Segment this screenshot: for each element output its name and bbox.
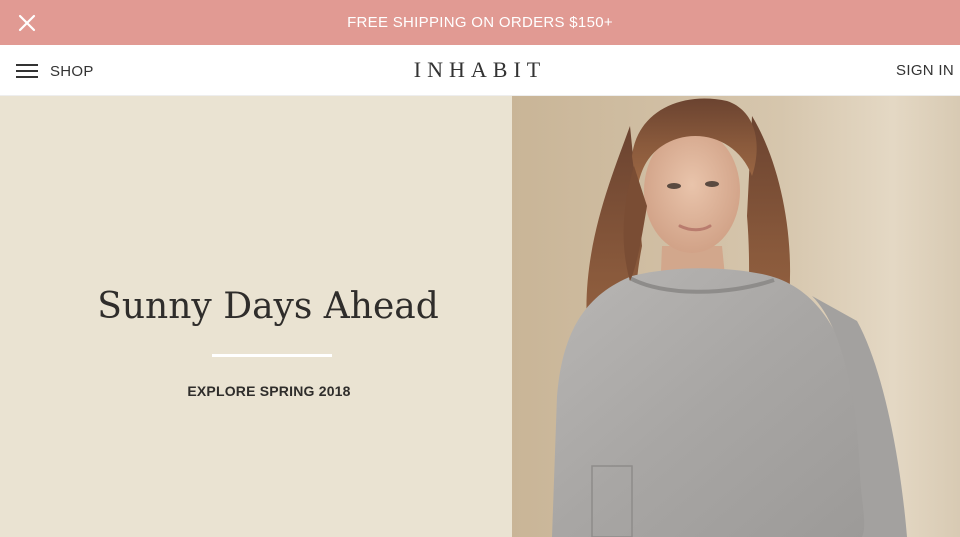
site-logo[interactable]: INHABIT bbox=[0, 57, 960, 83]
hero-banner: Sunny Days Ahead EXPLORE SPRING 2018 bbox=[0, 96, 960, 537]
promo-text: FREE SHIPPING ON ORDERS $150+ bbox=[347, 14, 613, 31]
logo-text: INHABIT bbox=[413, 57, 547, 82]
close-icon[interactable] bbox=[14, 10, 40, 36]
promo-bar: FREE SHIPPING ON ORDERS $150+ bbox=[0, 0, 960, 45]
explore-link[interactable]: EXPLORE SPRING 2018 bbox=[0, 383, 538, 399]
hero-text-panel: Sunny Days Ahead EXPLORE SPRING 2018 bbox=[0, 96, 512, 537]
hero-title: Sunny Days Ahead bbox=[97, 286, 439, 327]
hero-divider bbox=[212, 354, 332, 357]
sign-in-link[interactable]: SIGN IN bbox=[896, 62, 954, 79]
site-header: SHOP INHABIT SIGN IN bbox=[0, 45, 960, 96]
hero-image[interactable] bbox=[512, 96, 960, 537]
